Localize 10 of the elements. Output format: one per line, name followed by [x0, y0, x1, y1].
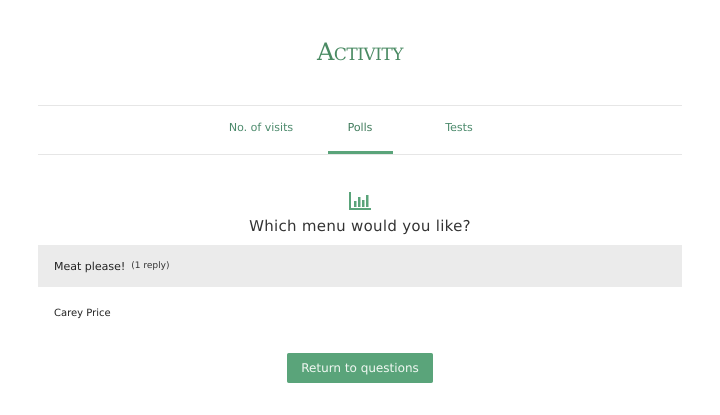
poll-question: Which menu would you like?: [249, 217, 471, 235]
tab[interactable]: Polls: [328, 106, 392, 154]
respondent-name: Carey Price: [54, 308, 111, 319]
return-button[interactable]: Return to questions: [287, 353, 433, 383]
answer-label: Meat please!: [54, 260, 126, 272]
bar-chart-icon: [349, 192, 371, 210]
tab[interactable]: No. of visits: [228, 106, 294, 154]
page-title: Activity: [317, 38, 403, 68]
reply-count: (1 reply): [131, 261, 170, 271]
tab[interactable]: Tests: [426, 106, 492, 154]
